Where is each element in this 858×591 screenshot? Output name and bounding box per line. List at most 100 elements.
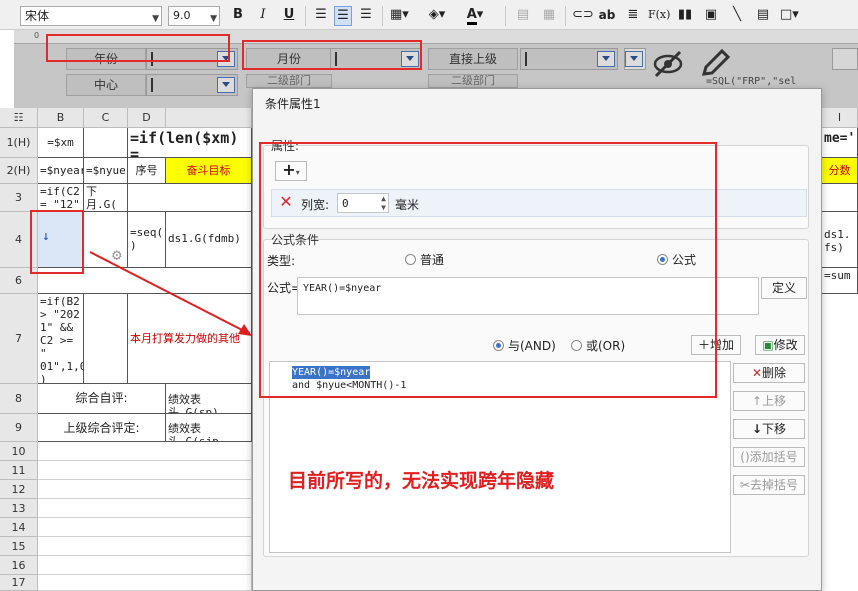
text-format-icon[interactable]: ≣ bbox=[624, 6, 642, 26]
define-button[interactable]: 定义 bbox=[761, 277, 807, 299]
cell-b9[interactable]: 上级综合评定: bbox=[38, 414, 166, 442]
separator bbox=[505, 6, 506, 26]
separator bbox=[305, 6, 306, 26]
cell-b3[interactable]: =if(C2 = "12" bbox=[38, 184, 84, 212]
param-label-center: 中心 bbox=[66, 74, 146, 96]
row-header[interactable]: 2(H) bbox=[0, 158, 38, 184]
row-header[interactable]: 11 bbox=[0, 461, 38, 480]
clipboard-icon[interactable]: ▤ bbox=[754, 6, 772, 26]
cell-c2[interactable]: =$nyue bbox=[84, 158, 128, 184]
chevron-down-icon[interactable] bbox=[597, 51, 615, 67]
chart-icon[interactable]: ▮▮ bbox=[676, 6, 694, 26]
remove-parentheses-button[interactable]: ✂去掉括号 bbox=[733, 475, 805, 495]
cell-b2[interactable]: =$nyear bbox=[38, 158, 84, 184]
row-header[interactable]: 7 bbox=[0, 294, 38, 384]
fill-color-icon[interactable]: ◈▾ bbox=[428, 6, 446, 26]
modify-condition-label: 修改 bbox=[773, 338, 798, 352]
empty-cells[interactable] bbox=[38, 442, 252, 591]
annotation-arrow bbox=[89, 251, 252, 336]
move-up-label: 上移 bbox=[762, 394, 787, 408]
separator bbox=[382, 6, 383, 26]
column-header-c[interactable]: C bbox=[84, 108, 128, 128]
highlight-year-box bbox=[46, 34, 230, 62]
corner-cell[interactable]: ☷ bbox=[0, 108, 38, 128]
cell-i2[interactable]: 分数 bbox=[822, 158, 858, 184]
delete-button[interactable]: ✕删除 bbox=[733, 363, 805, 383]
param-label-dept2: 二级部门 bbox=[246, 74, 332, 88]
chevron-down-icon: ▼ bbox=[210, 14, 217, 24]
cell-i1[interactable]: me=' bbox=[822, 128, 858, 158]
font-family-select[interactable]: 宋体 ▼ bbox=[20, 6, 162, 26]
toolbar: 宋体 ▼ 9.0 ▼ B I U ☰ ☰ ☰ ▦▾ ◈▾ A▾ ▤ ▦ ⊂⊃ ab … bbox=[0, 0, 858, 30]
italic-button[interactable]: I bbox=[254, 6, 272, 26]
cell-i3[interactable] bbox=[822, 184, 858, 212]
font-name: 宋体 bbox=[25, 9, 50, 23]
cell-d9[interactable]: 绩效表头.G(sjp bbox=[166, 414, 252, 442]
row-header[interactable]: 14 bbox=[0, 518, 38, 537]
font-size: 9.0 bbox=[173, 9, 191, 22]
modify-condition-button[interactable]: ▣修改 bbox=[755, 335, 805, 355]
font-color-icon[interactable]: A▾ bbox=[466, 6, 484, 26]
underline-button[interactable]: U bbox=[280, 6, 298, 26]
hidden-eye-icon[interactable] bbox=[652, 50, 684, 78]
align-center-icon[interactable]: ☰ bbox=[334, 6, 352, 26]
cell-e2[interactable]: 奋斗目标 bbox=[166, 158, 252, 184]
row-header[interactable]: 10 bbox=[0, 442, 38, 461]
cell-c3[interactable]: 下月.G( xyue) bbox=[84, 184, 128, 212]
column-header-e[interactable] bbox=[166, 108, 252, 128]
close-icon: ✕ bbox=[751, 366, 763, 380]
cell-i6[interactable]: =sum bbox=[822, 268, 858, 294]
edit-pencil-icon[interactable] bbox=[700, 48, 732, 76]
param-label-direct-superior: 直接上级 bbox=[428, 48, 518, 70]
column-header-b[interactable]: B bbox=[38, 108, 84, 128]
row-header[interactable]: 17 bbox=[0, 575, 38, 591]
row-header[interactable]: 12 bbox=[0, 480, 38, 499]
chevron-down-icon: ▼ bbox=[152, 14, 159, 24]
align-right-icon[interactable]: ☰ bbox=[357, 6, 375, 26]
move-up-button[interactable]: ↑上移 bbox=[733, 391, 805, 411]
row-header[interactable]: 15 bbox=[0, 537, 38, 556]
cell-b7[interactable]: =if(B2 > "202 1" && C2 >= " 01",1,0 ) bbox=[38, 294, 84, 384]
param-submit-stub[interactable] bbox=[832, 48, 858, 70]
row-header[interactable]: 13 bbox=[0, 499, 38, 518]
cell-d2[interactable]: 序号 bbox=[128, 158, 166, 184]
cell-d1[interactable]: =if(len($xm) = bbox=[128, 128, 252, 158]
param-dropdown[interactable] bbox=[624, 48, 646, 70]
move-down-button[interactable]: ↓下移 bbox=[733, 419, 805, 439]
chevron-down-icon[interactable] bbox=[625, 51, 643, 67]
align-left-icon[interactable]: ☰ bbox=[312, 6, 330, 26]
ruler-zero: 0 bbox=[34, 31, 40, 40]
move-down-label: 下移 bbox=[762, 422, 787, 436]
row-header[interactable]: 16 bbox=[0, 556, 38, 575]
direct-superior-input[interactable] bbox=[520, 48, 618, 70]
text-abc-icon[interactable]: ab bbox=[598, 6, 616, 26]
font-size-select[interactable]: 9.0 ▼ bbox=[168, 6, 220, 26]
cell-d3[interactable] bbox=[128, 184, 252, 212]
slash-icon[interactable]: ╲ bbox=[728, 6, 746, 26]
unmerge-cells-icon[interactable]: ▦ bbox=[540, 6, 558, 26]
chevron-down-icon[interactable] bbox=[217, 77, 235, 93]
center-input[interactable] bbox=[146, 74, 238, 96]
column-header-i[interactable]: I bbox=[822, 108, 858, 128]
frame-icon[interactable]: □▾ bbox=[780, 6, 799, 26]
cell-d8[interactable]: 绩效表头.G(sp) bbox=[166, 384, 252, 414]
delete-label: 删除 bbox=[762, 366, 787, 380]
merge-cells-icon[interactable]: ▤ bbox=[514, 6, 532, 26]
remove-parentheses-icon: ✂ bbox=[739, 478, 751, 492]
row-header[interactable]: 3 bbox=[0, 184, 38, 212]
cell-i4[interactable]: ds1. fs) bbox=[822, 212, 858, 268]
bold-button[interactable]: B bbox=[229, 6, 247, 26]
row-header[interactable]: 1(H) bbox=[0, 128, 38, 158]
row-header[interactable]: 8 bbox=[0, 384, 38, 414]
param-label-dept3: 二级部门 bbox=[428, 74, 518, 88]
column-header-d[interactable]: D bbox=[128, 108, 166, 128]
image-icon[interactable]: ▣ bbox=[702, 6, 720, 26]
cell-b1[interactable]: =$xm bbox=[38, 128, 84, 158]
link-icon[interactable]: ⊂⊃ bbox=[572, 6, 594, 26]
border-icon[interactable]: ▦▾ bbox=[390, 6, 409, 26]
cell-b8[interactable]: 综合自评: bbox=[38, 384, 166, 414]
add-parentheses-button[interactable]: ()添加括号 bbox=[733, 447, 805, 467]
row-header[interactable]: 9 bbox=[0, 414, 38, 442]
cell-c1[interactable] bbox=[84, 128, 128, 158]
formula-icon[interactable]: F(x) bbox=[648, 6, 670, 26]
